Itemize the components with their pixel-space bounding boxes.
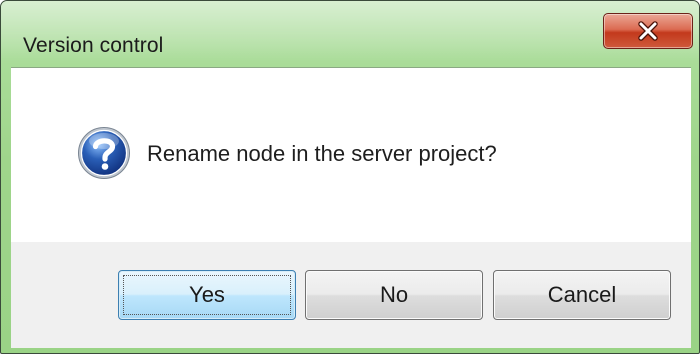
title-bar[interactable]: Version control [1,1,699,67]
message-area: Rename node in the server project? [11,68,691,242]
dialog-client-area: Rename node in the server project? Yes N… [11,67,691,348]
close-icon [638,21,658,41]
yes-button[interactable]: Yes [118,270,296,320]
close-button[interactable] [603,13,693,49]
window-title: Version control [23,34,164,57]
question-icon [78,127,130,179]
message-text: Rename node in the server project? [147,141,497,166]
button-area: Yes No Cancel [11,242,691,348]
no-button[interactable]: No [305,270,483,320]
cancel-button[interactable]: Cancel [493,270,671,320]
dialog-window: Version control Rename node in the serve… [0,0,700,354]
